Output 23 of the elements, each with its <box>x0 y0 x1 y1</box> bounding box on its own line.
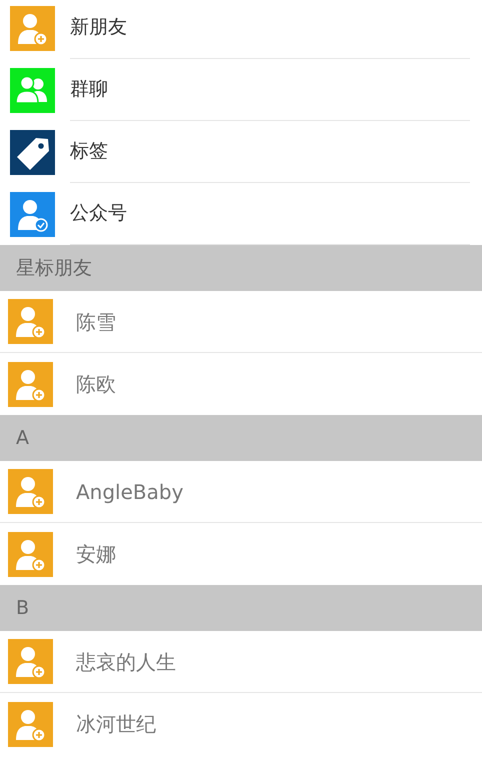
person-check-icon <box>10 192 55 236</box>
section-header: B <box>16 596 30 621</box>
contact-name[interactable]: 安娜 <box>76 539 116 569</box>
person-add-icon <box>10 6 55 50</box>
contact-name[interactable]: 冰河世纪 <box>76 709 156 739</box>
contact-name[interactable]: 悲哀的人生 <box>76 646 176 676</box>
tag-icon <box>10 130 55 174</box>
section-header: 星标朋友 <box>16 256 92 281</box>
person-add-icon <box>8 702 53 746</box>
menu-item-label[interactable]: 新朋友 <box>70 13 127 42</box>
section-header: A <box>16 426 29 451</box>
menu-item-label[interactable]: 标签 <box>70 137 108 166</box>
person-add-icon <box>8 362 53 406</box>
menu-item-label[interactable]: 公众号 <box>70 199 127 228</box>
person-add-icon <box>8 299 53 344</box>
person-add-icon <box>8 639 53 684</box>
contact-name[interactable]: 陈欧 <box>76 369 116 399</box>
contact-name[interactable]: AngleBaby <box>76 476 184 506</box>
contact-name[interactable]: 陈雪 <box>76 306 116 336</box>
group-icon <box>10 68 55 112</box>
person-add-icon <box>8 469 53 514</box>
person-add-icon <box>8 532 53 576</box>
menu-item-label[interactable]: 群聊 <box>70 75 108 104</box>
